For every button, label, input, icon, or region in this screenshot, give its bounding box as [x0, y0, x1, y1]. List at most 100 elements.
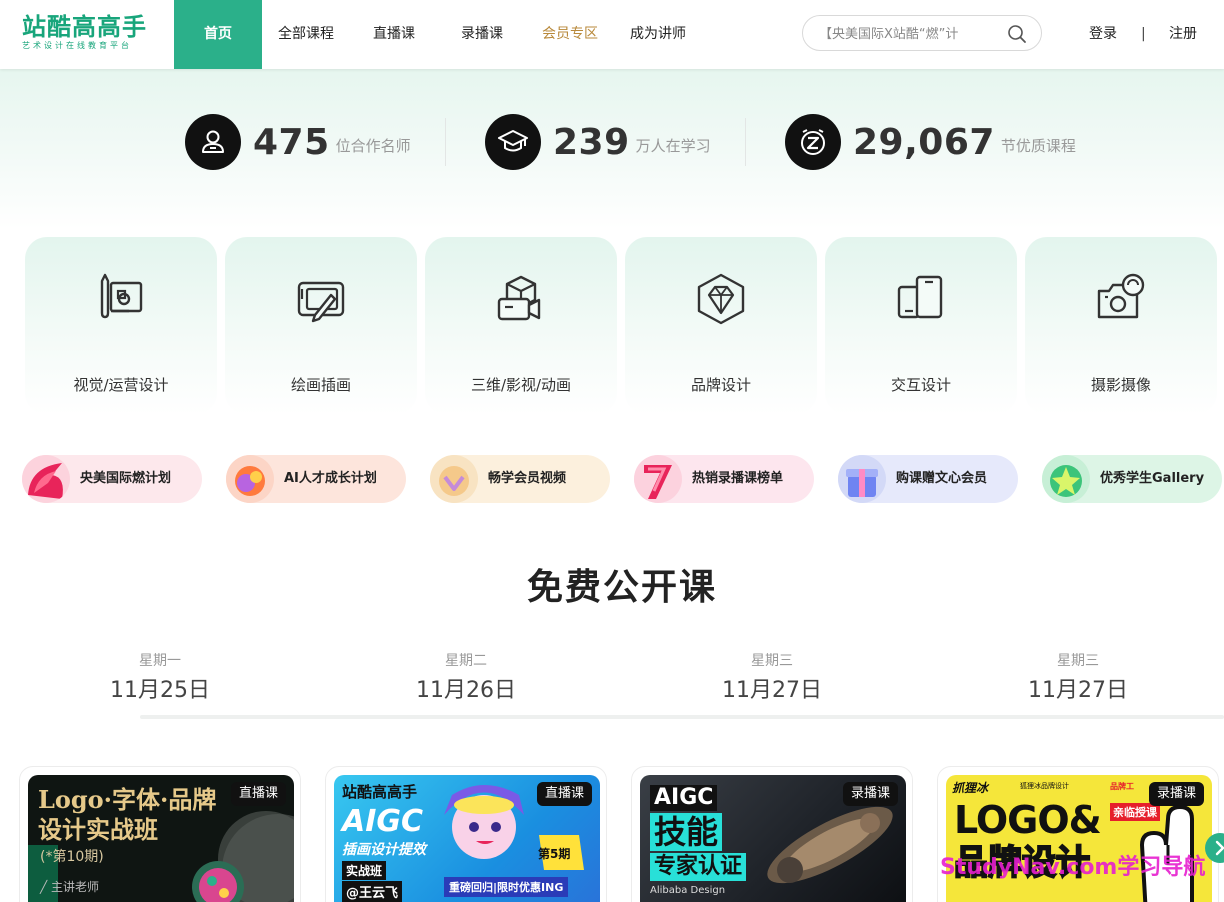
cover-teacher: ╱ 主讲老师: [40, 880, 100, 894]
category-photography[interactable]: 摄影摄像: [1025, 237, 1217, 415]
course-cover: 抓狸冰 狐狸冰品牌设计 LOGO& 品牌设计 品牌工 亲临授课 录播课: [946, 775, 1212, 902]
chevron-right-icon: [1215, 840, 1224, 856]
schedule-timeline: [140, 715, 1224, 719]
schedule-date: 11月27日: [1028, 678, 1128, 703]
promo-label: 优秀学生Gallery: [1100, 471, 1205, 486]
schedule-weekday: 星期三: [751, 653, 793, 669]
stat-learners-label: 万人在学习: [635, 136, 711, 155]
cover-subtitle: 设计实战班: [38, 815, 158, 844]
course-type-badge: 直播课: [536, 782, 592, 806]
cover-class-tag: 实战班: [342, 861, 387, 880]
cover-brand: 站酷高高手: [342, 783, 418, 801]
top-header: 站酷高高手 艺术设计在线教育平台 首页 全部课程 直播课 录播课 会员专区 成为…: [0, 0, 1224, 69]
schedule-day[interactable]: 星期一 11月25日: [70, 650, 250, 708]
category-label: 绘画插画: [290, 376, 351, 394]
cover-title: AIGC: [650, 785, 718, 811]
search-icon[interactable]: [1007, 24, 1027, 44]
category-drawing[interactable]: 绘画插画: [225, 237, 417, 415]
stat-learners: 239 万人在学习: [485, 114, 711, 170]
stat-courses-number: 29,067: [853, 121, 995, 163]
graduation-cap-icon: [485, 114, 541, 170]
star-gallery-icon: [1042, 455, 1090, 503]
logo-subtitle: 艺术设计在线教育平台: [22, 41, 132, 50]
category-label: 视觉/运营设计: [73, 376, 169, 394]
nav-become-teacher[interactable]: 成为讲师: [614, 0, 702, 69]
promo-label: 央美国际燃计划: [80, 471, 172, 486]
nav-all-courses[interactable]: 全部课程: [262, 0, 350, 69]
nav-member-zone[interactable]: 会员专区: [526, 0, 614, 69]
cover-edition: (*第10期): [40, 849, 104, 865]
category-brand[interactable]: 品牌设计: [625, 237, 817, 415]
stat-teachers: 475 位合作名师: [185, 114, 411, 170]
cover-subtitle: 插画设计提效: [342, 842, 426, 858]
promo-member-videos[interactable]: 畅学会员视频: [430, 455, 610, 503]
gift-icon: [838, 455, 886, 503]
bestseller-icon: [634, 455, 682, 503]
site-logo[interactable]: 站酷高高手 艺术设计在线教育平台: [22, 14, 152, 52]
category-label: 品牌设计: [690, 376, 751, 394]
nav-recorded-courses[interactable]: 录播课: [438, 0, 526, 69]
cover-promo: 重磅回归|限时优惠ING: [444, 877, 569, 897]
schedule-weekday: 星期二: [445, 653, 487, 669]
drawing-tablet-icon: [297, 281, 345, 323]
cover-studio: 狐狸冰品牌设计: [1020, 782, 1069, 790]
schedule-date: 11月26日: [416, 678, 516, 703]
cover-badge-top: 品牌工: [1110, 782, 1134, 791]
course-z-icon: [785, 114, 841, 170]
category-3d-film[interactable]: 三维/影视/动画: [425, 237, 617, 415]
teacher-icon: [185, 114, 241, 170]
promo-student-gallery[interactable]: 优秀学生Gallery: [1042, 455, 1222, 503]
stat-divider: [745, 118, 746, 166]
member-video-icon: [430, 455, 478, 503]
promo-label: 热销录播课榜单: [692, 471, 784, 486]
course-cover: Logo·字体·品牌 设计实战班 (*第10期) ╱ 主讲老师 直播课: [28, 775, 294, 902]
schedule-day[interactable]: 星期三 11月27日: [988, 650, 1168, 708]
nav-live-courses[interactable]: 直播课: [350, 0, 438, 69]
login-link[interactable]: 登录: [1089, 0, 1117, 69]
promo-label: AI人才成长计划: [284, 471, 377, 486]
schedule-weekday: 星期一: [139, 653, 181, 669]
course-type-badge: 录播课: [842, 782, 898, 806]
category-interaction[interactable]: 交互设计: [825, 237, 1017, 415]
promo-ai-talent-plan[interactable]: AI人才成长计划: [226, 455, 406, 503]
promo-wenxin-member[interactable]: 购课赠文心会员: [838, 455, 1018, 503]
stat-teachers-label: 位合作名师: [335, 136, 411, 155]
schedule-day[interactable]: 星期三 11月27日: [682, 650, 862, 708]
search-input[interactable]: [819, 24, 999, 44]
search-box: [802, 15, 1042, 51]
stat-learners-number: 239: [553, 121, 630, 163]
nav-home[interactable]: 首页: [174, 0, 262, 69]
schedule-day[interactable]: 星期二 11月26日: [376, 650, 556, 708]
category-visual-design[interactable]: 视觉/运营设计: [25, 237, 217, 415]
category-label: 三维/影视/动画: [470, 376, 572, 394]
course-card[interactable]: Logo·字体·品牌 设计实战班 (*第10期) ╱ 主讲老师 直播课: [19, 766, 301, 902]
course-card[interactable]: 抓狸冰 狐狸冰品牌设计 LOGO& 品牌设计 品牌工 亲临授课 录播课: [937, 766, 1219, 902]
category-label: 交互设计: [890, 376, 951, 394]
main-nav: 首页 全部课程 直播课 录播课 会员专区 成为讲师: [174, 0, 702, 69]
course-card[interactable]: AIGC 技能 专家认证 Alibaba Design 录播课: [631, 766, 913, 902]
stat-divider: [445, 118, 446, 166]
cover-cert: 专家认证: [650, 853, 747, 881]
section-title: 免费公开课: [526, 567, 717, 608]
promo-cafa-fire-plan[interactable]: 央美国际燃计划: [22, 455, 202, 503]
carousel-next-button[interactable]: [1205, 833, 1224, 863]
schedule-date: 11月25日: [110, 678, 210, 703]
promo-label: 购课赠文心会员: [896, 471, 988, 486]
cover-brand: 抓狸冰: [952, 781, 989, 795]
interaction-devices-icon: [897, 275, 943, 319]
logo-title: 站酷高高手: [22, 13, 147, 41]
watermark-text: StudyNav.com学习导航: [940, 855, 1206, 880]
register-link[interactable]: 注册: [1169, 0, 1197, 69]
promo-bestseller-list[interactable]: 热销录播课榜单: [634, 455, 814, 503]
category-label: 摄影摄像: [1090, 376, 1151, 394]
course-type-badge: 直播课: [230, 782, 286, 806]
course-card[interactable]: 站酷高高手 AIGC 插画设计提效 实战班 @王云飞 第5期 重磅回归|限时优惠…: [325, 766, 607, 902]
fire-plan-icon: [22, 455, 70, 503]
cover-edition: 第5期: [538, 847, 571, 861]
promo-label: 畅学会员视频: [488, 471, 567, 486]
cover-org: Alibaba Design: [650, 885, 726, 896]
cover-title: Logo·字体·品牌: [38, 785, 217, 814]
cover-title: LOGO&: [954, 798, 1102, 842]
visual-design-icon: [100, 273, 143, 319]
stat-courses-label: 节优质课程: [1000, 136, 1076, 155]
